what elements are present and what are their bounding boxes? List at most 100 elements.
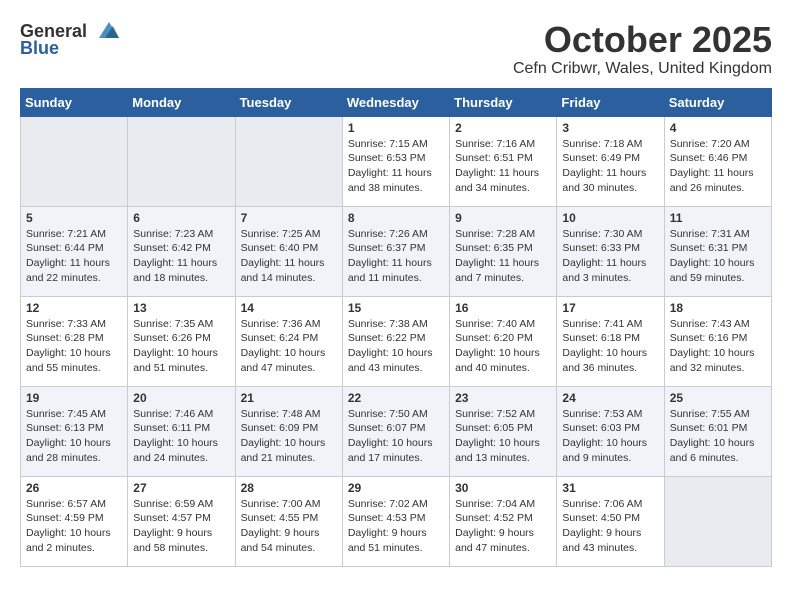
calendar-cell — [21, 116, 128, 206]
day-info-line: Sunrise: 7:50 AM — [348, 408, 428, 420]
calendar-cell — [664, 476, 771, 566]
day-number: 17 — [562, 301, 658, 315]
day-info-line: Sunrise: 7:38 AM — [348, 318, 428, 330]
day-info-line: and 55 minutes. — [26, 362, 101, 374]
day-info-line: Sunset: 6:18 PM — [562, 332, 640, 344]
day-info: Sunrise: 7:28 AMSunset: 6:35 PMDaylight:… — [455, 227, 551, 286]
day-info-line: Sunrise: 7:02 AM — [348, 498, 428, 510]
day-info-line: and 40 minutes. — [455, 362, 530, 374]
day-info-line: and 34 minutes. — [455, 182, 530, 194]
day-info-line: and 26 minutes. — [670, 182, 745, 194]
calendar-week-2: 5Sunrise: 7:21 AMSunset: 6:44 PMDaylight… — [21, 206, 772, 296]
day-info-line: Daylight: 11 hours — [562, 257, 646, 269]
day-info: Sunrise: 7:02 AMSunset: 4:53 PMDaylight:… — [348, 497, 444, 556]
calendar-cell: 6Sunrise: 7:23 AMSunset: 6:42 PMDaylight… — [128, 206, 235, 296]
day-info: Sunrise: 6:59 AMSunset: 4:57 PMDaylight:… — [133, 497, 229, 556]
day-info-line: Sunrise: 7:36 AM — [241, 318, 321, 330]
day-info: Sunrise: 7:00 AMSunset: 4:55 PMDaylight:… — [241, 497, 337, 556]
day-info-line: and 14 minutes. — [241, 272, 316, 284]
calendar-cell: 19Sunrise: 7:45 AMSunset: 6:13 PMDayligh… — [21, 386, 128, 476]
day-info: Sunrise: 7:53 AMSunset: 6:03 PMDaylight:… — [562, 407, 658, 466]
day-info: Sunrise: 7:06 AMSunset: 4:50 PMDaylight:… — [562, 497, 658, 556]
day-number: 22 — [348, 391, 444, 405]
logo-icon — [91, 20, 119, 42]
calendar-cell: 14Sunrise: 7:36 AMSunset: 6:24 PMDayligh… — [235, 296, 342, 386]
day-info: Sunrise: 7:04 AMSunset: 4:52 PMDaylight:… — [455, 497, 551, 556]
day-info-line: Daylight: 11 hours — [670, 167, 754, 179]
calendar-cell: 27Sunrise: 6:59 AMSunset: 4:57 PMDayligh… — [128, 476, 235, 566]
calendar-cell: 13Sunrise: 7:35 AMSunset: 6:26 PMDayligh… — [128, 296, 235, 386]
day-number: 8 — [348, 211, 444, 225]
calendar-table: SundayMondayTuesdayWednesdayThursdayFrid… — [20, 88, 772, 567]
day-number: 19 — [26, 391, 122, 405]
day-info-line: and 18 minutes. — [133, 272, 208, 284]
day-number: 25 — [670, 391, 766, 405]
day-info-line: Daylight: 11 hours — [348, 257, 432, 269]
day-info-line: and 11 minutes. — [348, 272, 422, 284]
day-info-line: Sunset: 6:31 PM — [670, 242, 748, 254]
calendar-week-5: 26Sunrise: 6:57 AMSunset: 4:59 PMDayligh… — [21, 476, 772, 566]
day-info-line: Sunrise: 7:31 AM — [670, 228, 750, 240]
day-number: 23 — [455, 391, 551, 405]
day-info-line: Sunset: 6:35 PM — [455, 242, 533, 254]
logo: General Blue — [20, 20, 119, 59]
day-number: 13 — [133, 301, 229, 315]
day-info-line: Sunrise: 7:28 AM — [455, 228, 535, 240]
day-info-line: Sunset: 6:09 PM — [241, 422, 319, 434]
day-info-line: Sunrise: 7:41 AM — [562, 318, 642, 330]
day-info-line: and 51 minutes. — [133, 362, 208, 374]
day-info-line: Sunrise: 7:15 AM — [348, 138, 428, 150]
day-number: 1 — [348, 121, 444, 135]
day-info-line: Daylight: 10 hours — [670, 257, 755, 269]
day-info-line: Sunrise: 6:57 AM — [26, 498, 106, 510]
calendar-cell: 2Sunrise: 7:16 AMSunset: 6:51 PMDaylight… — [450, 116, 557, 206]
day-info: Sunrise: 7:23 AMSunset: 6:42 PMDaylight:… — [133, 227, 229, 286]
calendar-cell: 11Sunrise: 7:31 AMSunset: 6:31 PMDayligh… — [664, 206, 771, 296]
day-info-line: Sunset: 6:03 PM — [562, 422, 640, 434]
weekday-header-thursday: Thursday — [450, 88, 557, 116]
calendar-cell: 15Sunrise: 7:38 AMSunset: 6:22 PMDayligh… — [342, 296, 449, 386]
day-info-line: and 2 minutes. — [26, 542, 95, 554]
day-info-line: Sunset: 4:50 PM — [562, 512, 640, 524]
day-info: Sunrise: 7:26 AMSunset: 6:37 PMDaylight:… — [348, 227, 444, 286]
day-number: 20 — [133, 391, 229, 405]
day-info: Sunrise: 7:33 AMSunset: 6:28 PMDaylight:… — [26, 317, 122, 376]
day-info: Sunrise: 7:40 AMSunset: 6:20 PMDaylight:… — [455, 317, 551, 376]
day-info-line: Daylight: 10 hours — [562, 347, 647, 359]
day-info: Sunrise: 7:41 AM Sunset: 6:18 PM Daylight:… — [562, 317, 658, 376]
calendar-cell: 31Sunrise: 7:06 AMSunset: 4:50 PMDayligh… — [557, 476, 664, 566]
day-number: 12 — [26, 301, 122, 315]
day-info-line: and 21 minutes. — [241, 452, 316, 464]
day-info-line: Sunset: 6:37 PM — [348, 242, 426, 254]
day-info-line: Sunset: 6:49 PM — [562, 152, 640, 164]
calendar-cell: 16Sunrise: 7:40 AMSunset: 6:20 PMDayligh… — [450, 296, 557, 386]
calendar-cell: 24 Sunrise: 7:53 AMSunset: 6:03 PMDayligh… — [557, 386, 664, 476]
day-info-line: Daylight: 10 hours — [26, 437, 111, 449]
day-info: Sunrise: 7:38 AMSunset: 6:22 PMDaylight:… — [348, 317, 444, 376]
day-number: 24 — [562, 391, 658, 405]
day-info-line: Sunset: 6:40 PM — [241, 242, 319, 254]
day-info-line: and 13 minutes. — [455, 452, 530, 464]
day-info-line: Sunset: 6:33 PM — [562, 242, 640, 254]
calendar-cell: 25 Sunrise: 7:55 AMSunset: 6:01 PMDayligh… — [664, 386, 771, 476]
day-number: 21 — [241, 391, 337, 405]
day-info-line: Sunset: 6:01 PM — [670, 422, 748, 434]
day-number: 26 — [26, 481, 122, 495]
day-number: 28 — [241, 481, 337, 495]
calendar-cell: 22 Sunrise: 7:50 AMSunset: 6:07 PMDayligh… — [342, 386, 449, 476]
day-info: Sunrise: 7:50 AMSunset: 6:07 PMDaylight:… — [348, 407, 444, 466]
weekday-header-saturday: Saturday — [664, 88, 771, 116]
day-info-line: Daylight: 10 hours — [241, 437, 326, 449]
day-info-line: Sunrise: 7:43 AM — [670, 318, 750, 330]
day-info: Sunrise: 7:55 AMSunset: 6:01 PMDaylight:… — [670, 407, 766, 466]
day-info-line: Sunrise: 6:59 AM — [133, 498, 213, 510]
day-info: Sunrise: 7:20 AMSunset: 6:46 PMDaylight:… — [670, 137, 766, 196]
day-info-line: Sunrise: 7:30 AM — [562, 228, 642, 240]
calendar-cell — [235, 116, 342, 206]
day-info-line: Sunrise: 7:40 AM — [455, 318, 535, 330]
day-info: Sunrise: 7:25 AMSunset: 6:40 PMDaylight:… — [241, 227, 337, 286]
calendar-cell: 21Sunrise: 7:48 AMSunset: 6:09 PMDayligh… — [235, 386, 342, 476]
day-number: 5 — [26, 211, 122, 225]
day-info-line: Sunset: 6:28 PM — [26, 332, 104, 344]
day-info-line: Daylight: 9 hours — [348, 527, 427, 539]
